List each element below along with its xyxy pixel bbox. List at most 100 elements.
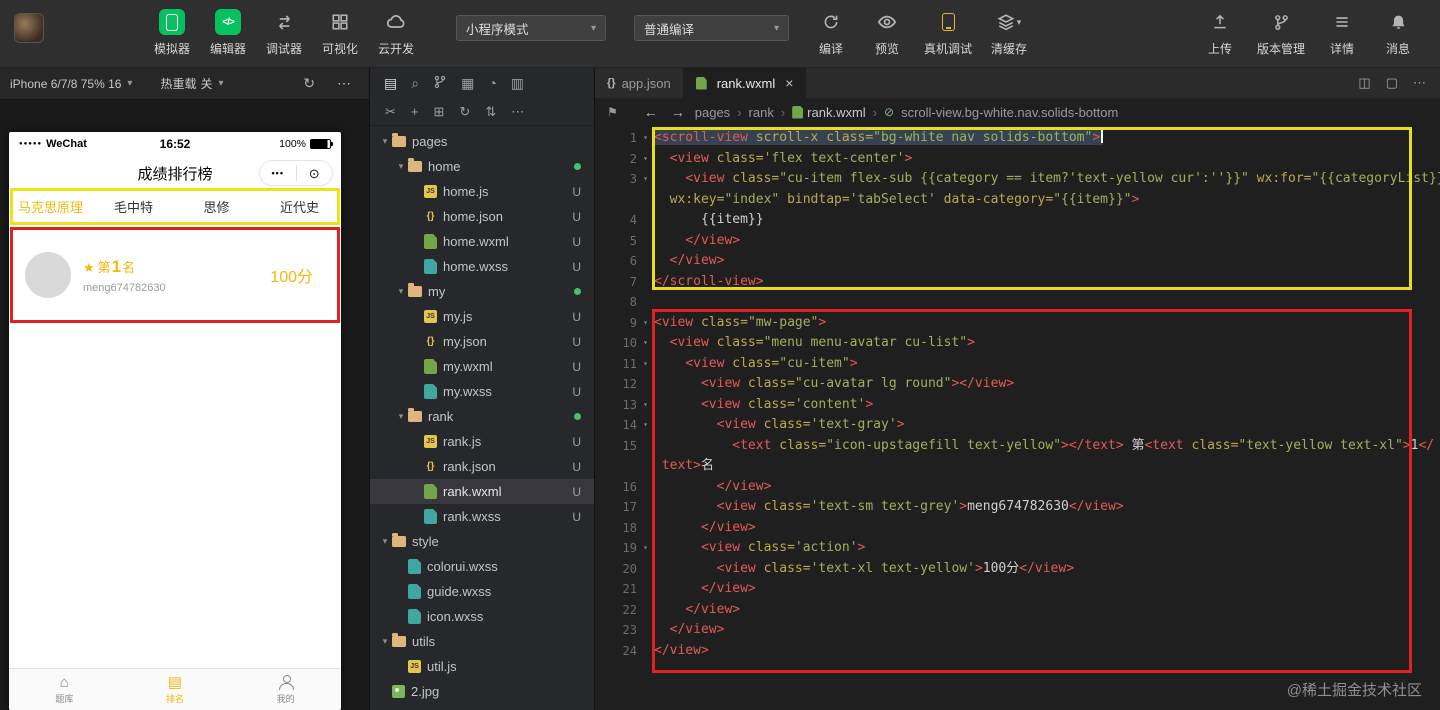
fold-chevron-icon[interactable]: ▾ <box>637 354 654 375</box>
tab-app-json[interactable]: {} app.json <box>595 68 684 98</box>
code-row[interactable]: 15 <text class="icon-upstagefill text-ye… <box>595 436 1440 457</box>
git-icon[interactable] <box>433 75 447 92</box>
simulator-refresh-icon[interactable]: ↻ <box>295 75 323 92</box>
code-row[interactable]: 18 </view> <box>595 518 1440 539</box>
files-view-icon[interactable]: ▤ <box>384 75 397 92</box>
tree-file-home.json[interactable]: {} home.json U <box>370 204 594 229</box>
tree-folder-rank[interactable]: ▾ rank <box>370 404 594 429</box>
tree-file-my.wxss[interactable]: my.wxss U <box>370 379 594 404</box>
code-row[interactable]: 8 <box>595 292 1440 313</box>
user-avatar[interactable] <box>14 13 44 43</box>
bookmark-icon[interactable]: ⚑ <box>607 105 618 119</box>
rank-list-item[interactable]: ★ 第 1 名 meng674782630 100分 <box>9 229 341 321</box>
refresh-icon[interactable]: ↻ <box>459 104 470 120</box>
category-tab-sixiu[interactable]: 思修 <box>175 197 258 216</box>
fold-chevron-icon[interactable]: ▾ <box>637 128 654 149</box>
code-row[interactable]: 2 ▾ <view class='flex text-center'> <box>595 149 1440 170</box>
breadcrumb-pages[interactable]: pages <box>695 105 730 120</box>
tree-file-rank.wxml[interactable]: rank.wxml U <box>370 479 594 504</box>
code-row[interactable]: 17 <view class='text-sm text-grey'>meng6… <box>595 497 1440 518</box>
tree-file-home.wxml[interactable]: home.wxml U <box>370 229 594 254</box>
code-row[interactable]: wx:key="index" bindtap='tabSelect' data-… <box>595 190 1440 211</box>
code-row[interactable]: text>名 <box>595 456 1440 477</box>
status-disc-icon[interactable]: ◔ <box>488 75 496 91</box>
preview-button[interactable]: 预览 <box>859 0 915 57</box>
tree-file-my.json[interactable]: {} my.json U <box>370 329 594 354</box>
fold-chevron-icon[interactable]: ▾ <box>637 149 654 170</box>
tree-file-2.jpg[interactable]: 2.jpg <box>370 679 594 704</box>
code-row[interactable]: 16 </view> <box>595 477 1440 498</box>
tree-file-home.wxss[interactable]: home.wxss U <box>370 254 594 279</box>
code-row[interactable]: 3 ▾ <view class="cu-item flex-sub {{categ… <box>595 169 1440 190</box>
code-row[interactable]: 24 </view> <box>595 641 1440 662</box>
clear-cache-button[interactable]: ▾ 清缓存 <box>981 0 1037 57</box>
split-editor-icon[interactable]: ◫ <box>1358 75 1370 91</box>
visualization-button[interactable]: 可视化 <box>312 0 368 57</box>
code-row[interactable]: 10 ▾ <view class="menu menu-avatar cu-lis… <box>595 333 1440 354</box>
capsule-more-icon[interactable]: ••• <box>260 168 296 178</box>
code-row[interactable]: 13 ▾ <view class='content'> <box>595 395 1440 416</box>
code-row[interactable]: 19 ▾ <view class='action'> <box>595 538 1440 559</box>
details-button[interactable]: 详情 <box>1314 0 1370 57</box>
tree-folder-pages[interactable]: ▾ pages <box>370 129 594 154</box>
code-row[interactable]: 6 </view> <box>595 251 1440 272</box>
category-tab-jindaishi[interactable]: 近代史 <box>258 197 341 216</box>
upload-button[interactable]: 上传 <box>1192 0 1248 57</box>
tree-folder-utils[interactable]: ▾ utils <box>370 629 594 654</box>
tab-ranking[interactable]: ▤ 排名 <box>120 669 231 710</box>
tab-mine[interactable]: 我的 <box>230 669 341 710</box>
cut-icon[interactable]: ✂ <box>385 104 396 120</box>
code-row[interactable]: 12 <view class="cu-avatar lg round"></vi… <box>595 374 1440 395</box>
version-control-button[interactable]: 版本管理 <box>1248 0 1314 57</box>
tree-file-my.wxml[interactable]: my.wxml U <box>370 354 594 379</box>
code-editor[interactable]: 1 ▾ <scroll-view scroll-x class="bg-white … <box>595 126 1440 710</box>
breadcrumb-file[interactable]: rank.wxml <box>792 105 866 120</box>
fold-chevron-icon[interactable]: ▾ <box>637 313 654 334</box>
hot-reload-toggle[interactable]: 热重载 关 ▾ <box>160 75 223 92</box>
tree-file-util.js[interactable]: JS util.js <box>370 654 594 679</box>
tree-folder-home[interactable]: ▾ home <box>370 154 594 179</box>
tab-question-bank[interactable]: ⌂ 题库 <box>9 669 120 710</box>
device-debug-button[interactable]: 真机调试 <box>915 0 981 57</box>
tree-file-guide.wxss[interactable]: guide.wxss <box>370 579 594 604</box>
forward-icon[interactable]: → <box>668 104 688 120</box>
tree-file-rank.js[interactable]: JS rank.js U <box>370 429 594 454</box>
more-icon[interactable]: ⋯ <box>511 104 524 120</box>
code-row[interactable]: 1 ▾ <scroll-view scroll-x class="bg-white … <box>595 128 1440 149</box>
back-icon[interactable]: ← <box>641 104 661 120</box>
fold-chevron-icon[interactable]: ▾ <box>637 538 654 559</box>
tab-rank-wxml[interactable]: rank.wxml × <box>683 68 807 98</box>
tree-file-rank.json[interactable]: {} rank.json U <box>370 454 594 479</box>
capsule-close-icon[interactable]: ⊙ <box>297 167 333 180</box>
code-row[interactable]: 7 </scroll-view> <box>595 272 1440 293</box>
mode-select[interactable]: 小程序模式 ▾ <box>456 15 606 41</box>
cloud-dev-button[interactable]: 云开发 <box>368 0 424 57</box>
category-tab-maozhongte[interactable]: 毛中特 <box>92 197 175 216</box>
fold-chevron-icon[interactable]: ▾ <box>637 395 654 416</box>
fold-chevron-icon[interactable]: ▾ <box>637 415 654 436</box>
breadcrumb-selector[interactable]: scroll-view.bg-white.nav.solids-bottom <box>901 105 1118 120</box>
tree-file-home.js[interactable]: JS home.js U <box>370 179 594 204</box>
code-row[interactable]: 14 ▾ <view class='text-gray'> <box>595 415 1440 436</box>
layout-icon[interactable]: ▢ <box>1386 75 1398 91</box>
search-icon[interactable]: ⌕ <box>411 75 419 92</box>
fold-chevron-icon[interactable]: ▾ <box>637 169 654 190</box>
compile-mode-select[interactable]: 普通编译 ▾ <box>634 15 789 41</box>
new-folder-icon[interactable]: ⊞ <box>434 104 445 120</box>
simulator-more-icon[interactable]: ⋯ <box>329 75 359 92</box>
tree-file-my.js[interactable]: JS my.js U <box>370 304 594 329</box>
device-select[interactable]: iPhone 6/7/8 75% 16 ▾ <box>10 77 132 91</box>
code-row[interactable]: 22 </view> <box>595 600 1440 621</box>
compile-button[interactable]: 编译 <box>803 0 859 57</box>
new-file-icon[interactable]: + <box>411 104 419 119</box>
tree-folder-style[interactable]: ▾ style <box>370 529 594 554</box>
panel-view-icon[interactable]: ▥ <box>511 75 524 92</box>
debugger-button[interactable]: 调试器 <box>256 0 312 57</box>
code-row[interactable]: 20 <view class='text-xl text-yellow'>100… <box>595 559 1440 580</box>
code-row[interactable]: 4 {{item}} <box>595 210 1440 231</box>
blocks-icon[interactable]: ▦ <box>461 75 474 92</box>
code-row[interactable]: 11 ▾ <view class="cu-item"> <box>595 354 1440 375</box>
code-row[interactable]: 5 </view> <box>595 231 1440 252</box>
tree-file-rank.wxss[interactable]: rank.wxss U <box>370 504 594 529</box>
simulator-button[interactable]: 模拟器 <box>144 0 200 57</box>
